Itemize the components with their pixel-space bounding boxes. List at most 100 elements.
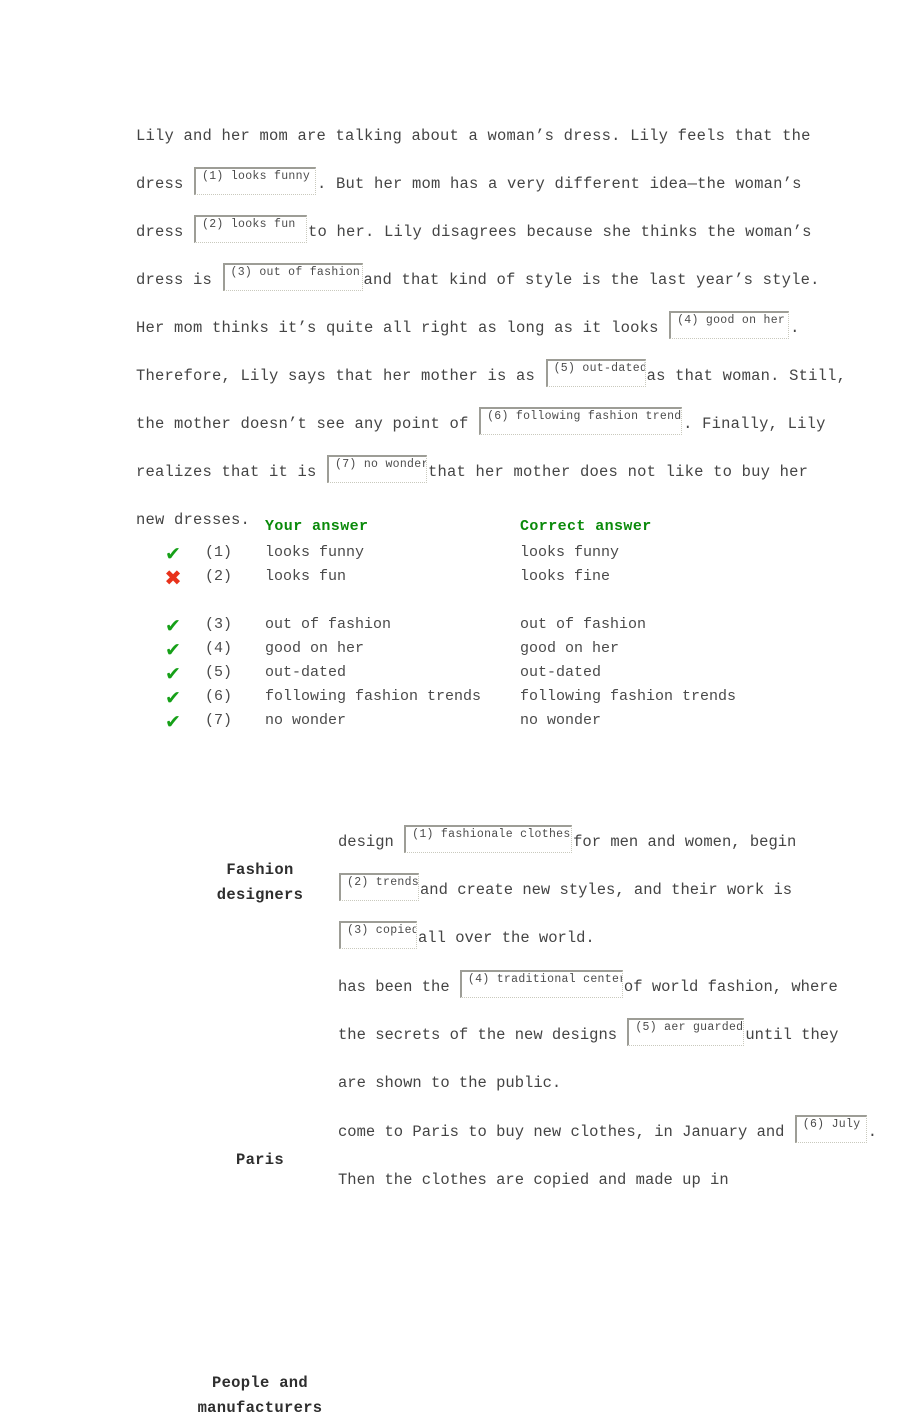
cross-icon: ✖ [164, 566, 182, 590]
answer-row-number: (4) [205, 640, 233, 657]
passage-text: Lily and her mom are talking about a wom… [136, 127, 811, 145]
passage-line: Her mom thinks it’s quite all right as l… [136, 304, 799, 352]
blank-input[interactable]: (6) July [794, 1115, 867, 1143]
blank-input-value: (1) fashionale clothes [412, 828, 571, 841]
blank-input-value: (1) looks funny [202, 170, 311, 183]
answer-row: ✔ (5) out-dated out-dated [160, 663, 780, 688]
answer-row-number: (5) [205, 664, 233, 681]
blank-input[interactable]: (2) trends [339, 873, 419, 901]
passage-text: and that kind of style is the last year’… [363, 271, 820, 289]
answer-key-table: Your answer Correct answer ✔ (1) looks fun… [160, 518, 780, 736]
cloze-passage: Lily and her mom are talking about a wom… [136, 112, 846, 544]
correct-answer-value: out-dated [520, 664, 602, 681]
summary-line: design (1) fashionale clothes for men and… [338, 818, 840, 866]
your-answer-value: looks funny [265, 544, 365, 561]
blank-input[interactable]: (1) looks funny [194, 167, 317, 195]
summary-line: has been the (4) traditional center of wo… [338, 963, 840, 1011]
passage-text: . Finally, Lily [683, 415, 826, 433]
answer-row-number: (1) [205, 544, 233, 561]
passage-text: of world fashion, where [623, 978, 838, 996]
correct-answer-value: good on her [520, 640, 620, 657]
blank-input[interactable]: (3) copied [339, 921, 417, 949]
summary-line: are shown to the public. [338, 1059, 840, 1107]
your-answer-value: no wonder [265, 712, 347, 729]
blank-input[interactable]: (1) fashionale clothes [404, 825, 573, 853]
blank-input[interactable]: (3) out of fashion [222, 263, 363, 291]
answer-row-number: (3) [205, 616, 233, 633]
your-answer-value: out-dated [265, 664, 347, 681]
passage-text: that her mother does not like to buy her [428, 463, 809, 481]
passage-line: realizes that it is (7) no wonder that he… [136, 448, 808, 496]
summary-line: the secrets of the new designs (5) aer g… [338, 1011, 840, 1059]
passage-text: Then the clothes are copied and made up … [338, 1171, 729, 1189]
your-answer-value: looks fun [265, 568, 347, 585]
passage-line: dress (2) looks fun to her. Lily disagree… [136, 208, 811, 256]
passage-text: the secrets of the new designs [338, 1026, 627, 1044]
blank-input-value: (3) copied [347, 924, 417, 937]
blank-input[interactable]: (2) looks fun [194, 215, 308, 243]
answer-row: ✔ (7) no wonder no wonder [160, 711, 780, 736]
blank-input-value: (5) out-dated [553, 362, 646, 375]
your-answer-value: out of fashion [265, 616, 392, 633]
blank-input[interactable]: (7) no wonder [327, 455, 428, 483]
answer-rows: ✔ (1) looks funny looks funny ✖ (2) looks fun l… [160, 543, 780, 736]
passage-line: Lily and her mom are talking about a wom… [136, 112, 810, 160]
your-answer-value: following fashion trends [265, 688, 482, 705]
summary-line: (3) copied all over the world. [338, 914, 840, 962]
summary-line: come to Paris to buy new clothes, in Jan… [338, 1108, 877, 1156]
answer-row: ✔ (3) out of fashion out of fashion [160, 615, 780, 640]
passage-line: dress is (3) out of fashion and that kind… [136, 256, 819, 304]
blank-input[interactable]: (6) following fashion trends [479, 407, 683, 435]
correct-answer-column-header: Correct answer [520, 518, 652, 535]
blank-input[interactable]: (5) out-dated [545, 359, 646, 387]
blank-input-value: (7) no wonder [335, 458, 428, 471]
correct-answer-value: following fashion trends [520, 688, 737, 705]
passage-text: dress is [136, 271, 222, 289]
answer-row-number: (7) [205, 712, 233, 729]
blank-input-value: (6) July [802, 1118, 861, 1131]
correct-answer-value: looks fine [520, 568, 611, 585]
your-answer-column-header: Your answer [265, 518, 369, 535]
passage-line: Therefore, Lily says that her mother is … [136, 352, 846, 400]
passage-text: has been the [338, 978, 459, 996]
passage-text: are shown to the public. [338, 1074, 562, 1092]
blank-input[interactable]: (4) good on her [669, 311, 790, 339]
passage-text: . [867, 1123, 878, 1141]
blank-input[interactable]: (4) traditional center [459, 970, 623, 998]
summary-row-body: has been the (4) traditional center of wo… [338, 963, 840, 1107]
blank-input-value: (6) following fashion trends [487, 410, 683, 423]
passage-text: Her mom thinks it’s quite all right as l… [136, 319, 669, 337]
answer-row: ✔ (1) looks funny looks funny [160, 543, 780, 568]
passage-text: dress [136, 175, 194, 193]
blank-input[interactable]: (5) aer guarded [627, 1018, 745, 1046]
passage-text: the mother doesn’t see any point of [136, 415, 479, 433]
summary-line: (2) trends and create new styles, and the… [338, 866, 840, 914]
blank-input-value: (3) out of fashion [230, 266, 361, 279]
check-icon: ✔ [165, 711, 181, 733]
correct-answer-value: out of fashion [520, 616, 647, 633]
passage-text: come to Paris to buy new clothes, in Jan… [338, 1123, 794, 1141]
passage-text: . But her mom has a very different idea—… [317, 175, 802, 193]
answer-row: ✔ (4) good on her good on her [160, 639, 780, 664]
answer-row: ✖ (2) looks fun looks fine [160, 566, 780, 616]
passage-text: and create new styles, and their work is [420, 881, 793, 899]
passage-text: all over the world. [418, 929, 595, 947]
correct-answer-value: looks funny [520, 544, 620, 561]
answer-row-number: (2) [205, 568, 233, 585]
passage-line: the mother doesn’t see any point of (6) … [136, 400, 825, 448]
correct-answer-value: no wonder [520, 712, 602, 729]
passage-text: . [790, 319, 800, 337]
summary-row-body: come to Paris to buy new clothes, in Jan… [338, 1108, 877, 1204]
check-icon: ✔ [165, 687, 181, 709]
summary-line: Then the clothes are copied and made up … [338, 1156, 840, 1204]
blank-input-value: (5) aer guarded [635, 1021, 744, 1034]
passage-text: realizes that it is [136, 463, 327, 481]
check-icon: ✔ [165, 543, 181, 565]
answer-key-header: Your answer Correct answer [160, 518, 780, 544]
passage-text: Therefore, Lily says that her mother is … [136, 367, 545, 385]
passage-text: design [338, 833, 404, 851]
summary-row-label: Fashion designers [216, 861, 304, 904]
summary-row-body: design (1) fashionale clothes for men and… [338, 818, 840, 962]
passage-text: to her. Lily disagrees because she think… [308, 223, 812, 241]
your-answer-value: good on her [265, 640, 365, 657]
